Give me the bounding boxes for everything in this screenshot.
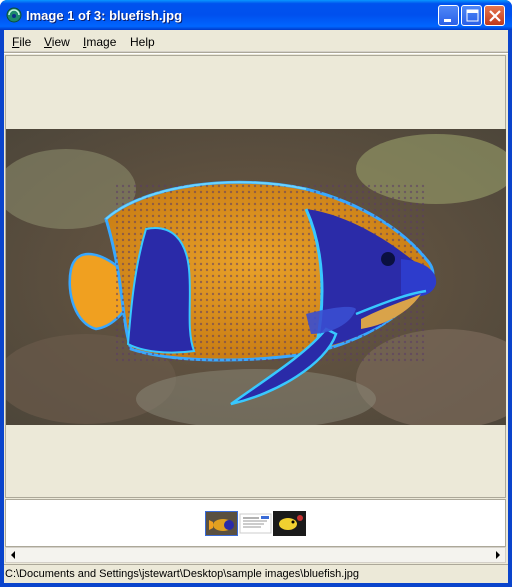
- menu-bar: File View Image Help: [4, 30, 508, 52]
- scroll-right-button[interactable]: [491, 548, 505, 562]
- maximize-icon: [466, 9, 479, 22]
- app-icon: [6, 7, 22, 23]
- status-file-path: C:\Documents and Settings\jstewart\Deskt…: [5, 568, 360, 580]
- image-viewer-window: Image 1 of 3: bluefish.jpg File View Ima…: [0, 0, 512, 587]
- menu-view-accel: V: [44, 35, 52, 49]
- minimize-icon: [444, 19, 451, 22]
- window-frame-left: [0, 30, 4, 587]
- window-frame-bottom: [0, 583, 512, 587]
- scroll-left-button[interactable]: [6, 548, 20, 562]
- menu-view[interactable]: View: [44, 35, 70, 49]
- status-bar: C:\Documents and Settings\jstewart\Deskt…: [4, 564, 508, 583]
- yellowfish-thumbnail-icon: [273, 511, 306, 536]
- menu-image-label: mage: [86, 35, 117, 49]
- image-viewport[interactable]: [5, 55, 506, 498]
- close-button[interactable]: [484, 5, 505, 26]
- maximize-button[interactable]: [461, 5, 482, 26]
- thumbnail-yellowfish[interactable]: [273, 511, 306, 536]
- title-bar[interactable]: Image 1 of 3: bluefish.jpg: [0, 0, 512, 30]
- fish-thumbnail-icon: [206, 512, 237, 535]
- thumbnail-document[interactable]: [239, 511, 272, 536]
- menu-file-label: ile: [19, 35, 32, 49]
- menu-view-label: iew: [51, 35, 70, 49]
- close-icon: [489, 10, 501, 22]
- minimize-button[interactable]: [438, 5, 459, 26]
- thumbnail-strip: [5, 499, 506, 547]
- menu-help-label: Help: [130, 35, 155, 49]
- client-area: File View Image Help C:\Documents and Se…: [4, 30, 508, 583]
- arrow-right-icon: [496, 551, 500, 559]
- document-thumbnail-icon: [239, 513, 272, 534]
- window-frame-right: [508, 30, 512, 587]
- menu-separator: [4, 52, 508, 54]
- menu-help[interactable]: Help: [130, 35, 155, 49]
- horizontal-scrollbar[interactable]: [5, 547, 506, 563]
- arrow-left-icon: [11, 551, 15, 559]
- menu-image[interactable]: Image: [83, 35, 116, 49]
- fish-photo: [6, 129, 506, 425]
- thumbnail-bluefish[interactable]: [205, 511, 238, 536]
- window-title: Image 1 of 3: bluefish.jpg: [26, 8, 183, 23]
- menu-file[interactable]: File: [12, 35, 31, 49]
